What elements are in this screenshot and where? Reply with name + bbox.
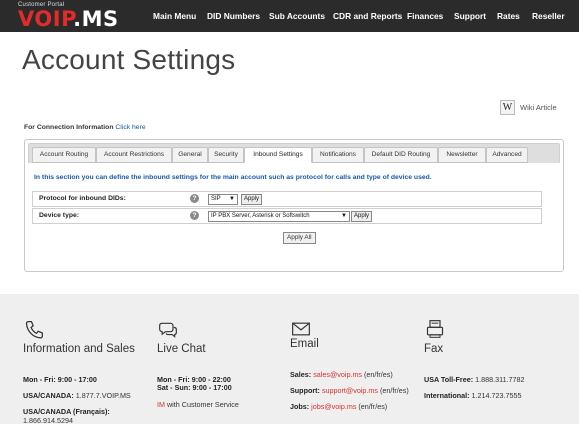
- chat-hours-weekend: Sat - Sun: 9:00 - 17:00: [157, 383, 232, 392]
- email-jobs: Jobs: jobs@voip.ms (en/fr/es): [290, 402, 388, 411]
- info-sales-heading: Information and Sales: [23, 343, 135, 355]
- chat-icon: [159, 322, 177, 338]
- device-type-select-value: IP PBX Server, Asterisk or Softswitch: [211, 213, 310, 219]
- apply-all-button[interactable]: Apply All: [283, 232, 316, 244]
- tab-security[interactable]: Security: [208, 147, 244, 163]
- settings-panel: Account Routing Account Restrictions Gen…: [24, 139, 564, 272]
- connection-info-label: For Connection Information: [24, 124, 114, 131]
- tab-account-restrictions[interactable]: Account Restrictions: [96, 147, 172, 163]
- nav-reseller[interactable]: Reseller: [532, 0, 565, 32]
- protocol-row: Protocol for inbound DIDs: ? SIP ▼ Apply: [32, 191, 542, 207]
- wiki-article-link[interactable]: W Wiki Article: [500, 100, 557, 115]
- wiki-article-label: Wiki Article: [520, 103, 557, 112]
- tab-notifications[interactable]: Notifications: [312, 147, 364, 163]
- page-title: Account Settings: [22, 44, 236, 75]
- connection-info: For Connection Information Click here: [24, 124, 146, 131]
- nav-finances[interactable]: Finances: [407, 0, 443, 32]
- email-support: Support: support@voip.ms (en/fr/es): [290, 386, 409, 395]
- wikipedia-icon: W: [500, 100, 515, 115]
- fax-international: International: 1.214.723.7555: [424, 391, 522, 400]
- protocol-select[interactable]: SIP ▼: [208, 194, 238, 205]
- tab-general[interactable]: General: [172, 147, 208, 163]
- device-type-row: Device type: ? IP PBX Server, Asterisk o…: [32, 208, 542, 224]
- logo-text: VOIP.MS: [18, 7, 119, 31]
- inbound-intro-text: In this section you can define the inbou…: [34, 174, 432, 181]
- protocol-label: Protocol for inbound DIDs:: [39, 195, 126, 202]
- nav-main-menu[interactable]: Main Menu: [153, 0, 196, 32]
- nav-did-numbers[interactable]: DID Numbers: [207, 0, 260, 32]
- envelope-icon: [292, 322, 310, 336]
- info-hours: Mon - Fri: 9:00 - 17:00: [23, 375, 97, 384]
- im-link[interactable]: IM: [157, 400, 165, 409]
- fax-toll-free: USA Toll-Free: 1.888.311.7782: [424, 375, 525, 384]
- phone-icon: [25, 321, 43, 339]
- help-icon[interactable]: ?: [190, 211, 199, 220]
- top-navigation-bar: Customer Portal VOIP.MS Main Menu DID Nu…: [0, 0, 579, 32]
- logo[interactable]: Customer Portal VOIP.MS: [18, 2, 119, 30]
- protocol-apply-button[interactable]: Apply: [241, 194, 263, 205]
- tab-newsletter[interactable]: Newsletter: [438, 147, 486, 163]
- help-icon[interactable]: ?: [190, 194, 199, 203]
- connection-info-link[interactable]: Click here: [115, 124, 145, 131]
- sales-email-link[interactable]: sales@voip.ms: [313, 370, 362, 379]
- footer: Information and Sales Mon - Fri: 9:00 - …: [0, 294, 579, 425]
- nav-rates[interactable]: Rates: [497, 0, 520, 32]
- jobs-email-link[interactable]: jobs@voip.ms: [311, 402, 356, 411]
- chevron-down-icon: ▼: [341, 213, 347, 219]
- nav-cdr-reports[interactable]: CDR and Reports: [333, 0, 402, 32]
- email-sales: Sales: sales@voip.ms (en/fr/es): [290, 370, 393, 379]
- inbound-settings-content: In this section you can define the inbou…: [28, 163, 560, 267]
- tab-advanced[interactable]: Advanced: [486, 147, 528, 163]
- chat-im: IM with Customer Service: [157, 400, 239, 409]
- support-email-link[interactable]: support@voip.ms: [322, 386, 378, 395]
- info-usa-canada-fr: USA/CANADA (Français):: [23, 407, 110, 416]
- email-heading: Email: [290, 338, 319, 350]
- live-chat-heading: Live Chat: [157, 343, 206, 355]
- device-type-label: Device type:: [39, 212, 80, 219]
- nav-sub-accounts[interactable]: Sub Accounts: [269, 0, 325, 32]
- device-type-select[interactable]: IP PBX Server, Asterisk or Softswitch ▼: [208, 211, 350, 222]
- tab-account-routing[interactable]: Account Routing: [32, 147, 96, 163]
- fax-icon: [426, 320, 444, 338]
- fax-heading: Fax: [424, 343, 444, 355]
- device-type-apply-button[interactable]: Apply: [351, 211, 373, 222]
- nav-support[interactable]: Support: [454, 0, 486, 32]
- tab-inbound-settings[interactable]: Inbound Settings: [244, 147, 312, 163]
- tab-bar: Account Routing Account Restrictions Gen…: [28, 143, 560, 164]
- chevron-down-icon: ▼: [229, 196, 235, 202]
- info-usa-canada: USA/CANADA: 1.877.7.VOIP.MS: [23, 391, 131, 400]
- protocol-select-value: SIP: [211, 196, 221, 202]
- tab-default-did-routing[interactable]: Default DID Routing: [364, 147, 438, 163]
